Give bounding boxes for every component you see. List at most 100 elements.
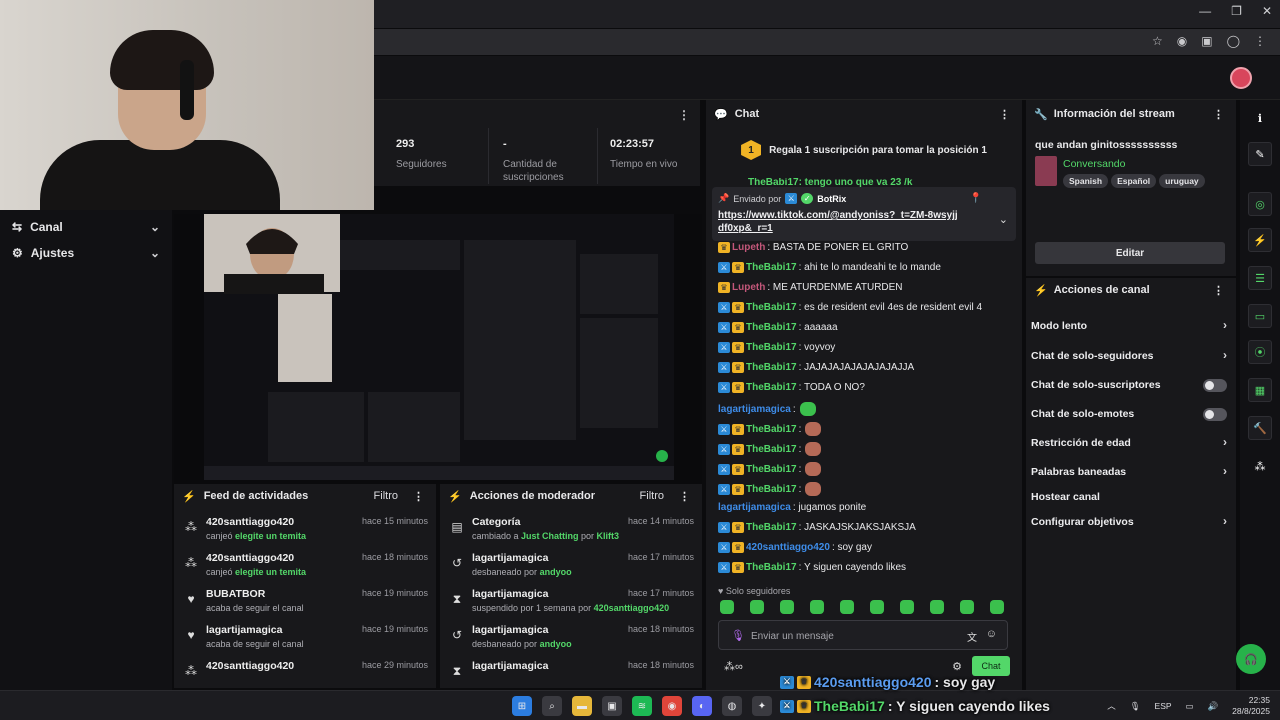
- points-icon[interactable]: ⁂∞: [724, 660, 743, 673]
- activity-feed-item[interactable]: ⁂ 420santtiaggo420 canjeó elegite un temit…: [182, 516, 430, 550]
- activity-feed-item[interactable]: ♥ BUBATBOR acaba de seguir el canal hace 19…: [182, 588, 430, 622]
- moderator-action-item[interactable]: ▤ Categoría cambiado a Just Chatting por K…: [448, 516, 696, 550]
- emote-button[interactable]: [990, 600, 1004, 614]
- channel-action-row[interactable]: Restricción de edad ›: [1031, 435, 1227, 449]
- chat-message[interactable]: ⚔ ♛ TheBabi17:: [718, 422, 822, 436]
- channel-action-row[interactable]: Configurar objetivos ›: [1031, 514, 1227, 528]
- tools-icon[interactable]: 🔨: [1248, 416, 1272, 440]
- chat-username[interactable]: TheBabi17: [746, 562, 797, 573]
- sidebar-item-canal[interactable]: ⇆ Canal ⌄: [12, 220, 160, 234]
- channel-action-row[interactable]: Chat de solo-emotes: [1031, 408, 1227, 421]
- stream-tag[interactable]: uruguay: [1159, 174, 1205, 188]
- panel-menu-icon[interactable]: ⋮: [679, 490, 690, 503]
- activity-feed-item[interactable]: ♥ lagartijamagica acaba de seguir el canal…: [182, 624, 430, 658]
- chat-username[interactable]: TheBabi17: [746, 322, 797, 333]
- chat-username[interactable]: TheBabi17: [746, 464, 797, 475]
- stream-tag[interactable]: Español: [1111, 174, 1157, 188]
- channel-action-row[interactable]: Chat de solo-seguidores ›: [1031, 348, 1227, 362]
- moderator-action-item[interactable]: ↺ lagartijamagica desbaneado por andyoo hac…: [448, 552, 696, 586]
- info-icon[interactable]: ℹ: [1248, 106, 1272, 130]
- chat-message[interactable]: ⚔ ♛ TheBabi17:: [718, 462, 822, 476]
- chevron-up-icon[interactable]: ︿: [1107, 700, 1116, 712]
- channel-action-row[interactable]: Chat de solo-suscriptores: [1031, 379, 1227, 392]
- support-headset-icon[interactable]: 🎧: [1236, 644, 1266, 674]
- browser-menu-icon[interactable]: ⋮: [1254, 34, 1266, 48]
- emote-button[interactable]: [780, 600, 794, 614]
- chat-username[interactable]: TheBabi17: [746, 342, 797, 353]
- chat-username[interactable]: TheBabi17: [746, 484, 797, 495]
- emote-button[interactable]: [930, 600, 944, 614]
- app-icon[interactable]: ✦: [752, 696, 772, 716]
- network-icon[interactable]: ▭: [1186, 701, 1194, 712]
- chat-message[interactable]: ♛ Lupeth: BASTA DE PONER EL GRITO: [718, 242, 908, 253]
- chat-username[interactable]: 420santtiaggo420: [746, 542, 830, 553]
- user-avatar[interactable]: [1230, 67, 1252, 89]
- minimize-icon[interactable]: —: [1199, 4, 1211, 18]
- chat-message[interactable]: ⚔ ♛ TheBabi17: JAJAJAJAJAJAJAJAJJA: [718, 362, 914, 373]
- gift-sub-banner[interactable]: 1 Regala 1 suscripción para tomar la pos…: [706, 130, 1022, 170]
- chat-username[interactable]: Lupeth: [732, 282, 765, 293]
- extensions-puzzle-icon[interactable]: ▣: [1201, 34, 1212, 48]
- chat-username[interactable]: TheBabi17: [746, 302, 797, 313]
- chevron-down-icon[interactable]: ⌄: [999, 213, 1008, 226]
- chat-message[interactable]: ⚔ ♛ TheBabi17: TODA O NO?: [718, 382, 865, 393]
- chat-username[interactable]: TheBabi17: [746, 424, 797, 435]
- chrome-icon[interactable]: ◉: [662, 696, 682, 716]
- chat-message[interactable]: ⚔ ♛ 420santtiaggo420: soy gay: [718, 542, 872, 553]
- activity-feed-item[interactable]: ⁂ 420santtiaggo420 canjeó elegite un temit…: [182, 552, 430, 586]
- more-icon[interactable]: ⁂: [1248, 454, 1272, 478]
- stream-tag[interactable]: Spanish: [1063, 174, 1109, 188]
- volume-icon[interactable]: 🔊: [1208, 701, 1219, 712]
- dashboard-icon[interactable]: ▦: [1248, 378, 1272, 402]
- chat-icon[interactable]: ▭: [1248, 304, 1272, 328]
- toggle-switch[interactable]: [1203, 408, 1227, 421]
- search-icon[interactable]: ⌕: [542, 696, 562, 716]
- chat-input[interactable]: [751, 627, 951, 645]
- bookmark-star-icon[interactable]: ☆: [1152, 34, 1163, 48]
- chat-username[interactable]: lagartijamagica: [718, 502, 791, 513]
- chat-username[interactable]: TheBabi17: [746, 362, 797, 373]
- moderator-action-item[interactable]: ↺ lagartijamagica desbaneado por andyoo hac…: [448, 624, 696, 658]
- chat-message[interactable]: ⚔ ♛ TheBabi17: aaaaaa: [718, 322, 838, 333]
- emote-button[interactable]: [810, 600, 824, 614]
- microphone-tray-icon[interactable]: 🎙: [1130, 701, 1141, 712]
- file-explorer-icon[interactable]: ▬: [572, 696, 592, 716]
- restore-icon[interactable]: ❐: [1231, 4, 1242, 18]
- emoji-icon[interactable]: ☺: [986, 628, 997, 640]
- channel-action-row[interactable]: Palabras baneadas ›: [1031, 464, 1227, 478]
- language-indicator[interactable]: ESP: [1155, 701, 1172, 711]
- chat-username[interactable]: Lupeth: [732, 242, 765, 253]
- channel-action-row[interactable]: Hostear canal: [1031, 491, 1227, 503]
- address-bar[interactable]: ☆ ◉ ▣ ◯ ⋮: [370, 29, 1280, 55]
- pinned-link[interactable]: https://www.tiktok.com/@andyoniss?_t=ZM-…: [718, 209, 958, 235]
- discord-icon[interactable]: ◐: [692, 696, 712, 716]
- windows-start-icon[interactable]: ⊞: [512, 696, 532, 716]
- chat-username[interactable]: TheBabi17: [746, 522, 797, 533]
- pencil-icon[interactable]: ✎: [1248, 142, 1272, 166]
- obs-icon[interactable]: ◍: [722, 696, 742, 716]
- extension-color-icon[interactable]: ◉: [1177, 34, 1187, 48]
- panel-menu-icon[interactable]: ⋮: [1213, 284, 1224, 297]
- chat-message[interactable]: ⚔ ♛ TheBabi17:: [718, 442, 822, 456]
- panel-menu-icon[interactable]: ⋮: [413, 490, 424, 503]
- store-icon[interactable]: ▣: [602, 696, 622, 716]
- edit-stream-button[interactable]: Editar: [1035, 242, 1225, 264]
- chat-username[interactable]: TheBabi17: [746, 382, 797, 393]
- panel-menu-icon[interactable]: ⋮: [678, 108, 690, 122]
- chat-message[interactable]: lagartijamagica:: [718, 402, 816, 416]
- chat-message[interactable]: ⚔ ♛ TheBabi17:: [718, 482, 822, 496]
- chat-message[interactable]: ⚔ ♛ TheBabi17: es de resident evil 4es de …: [718, 302, 982, 313]
- translate-icon[interactable]: 文: [967, 629, 977, 644]
- chat-message[interactable]: ⚔ ♛ TheBabi17: ahi te lo mandeahi te lo ma…: [718, 262, 941, 273]
- stream-category[interactable]: Conversando: [1063, 158, 1125, 170]
- stream-preview[interactable]: [174, 214, 702, 484]
- panel-menu-icon[interactable]: ⋮: [999, 108, 1010, 121]
- activity-feed-item[interactable]: ⁂ 420santtiaggo420 hace 29 minutos: [182, 660, 430, 694]
- sidebar-item-ajustes[interactable]: ⚙ Ajustes ⌄: [12, 246, 160, 260]
- emote-button[interactable]: [900, 600, 914, 614]
- spotify-icon[interactable]: ≋: [632, 696, 652, 716]
- pinned-message[interactable]: 📌 Enviado por ⚔ ✓ BotRix 📍 https://www.t…: [712, 187, 1016, 241]
- emote-button[interactable]: [720, 600, 734, 614]
- panel-menu-icon[interactable]: ⋮: [1213, 108, 1224, 121]
- chat-message[interactable]: ⚔ ♛ TheBabi17: JASKAJSKJAKSJAKSJA: [718, 522, 916, 533]
